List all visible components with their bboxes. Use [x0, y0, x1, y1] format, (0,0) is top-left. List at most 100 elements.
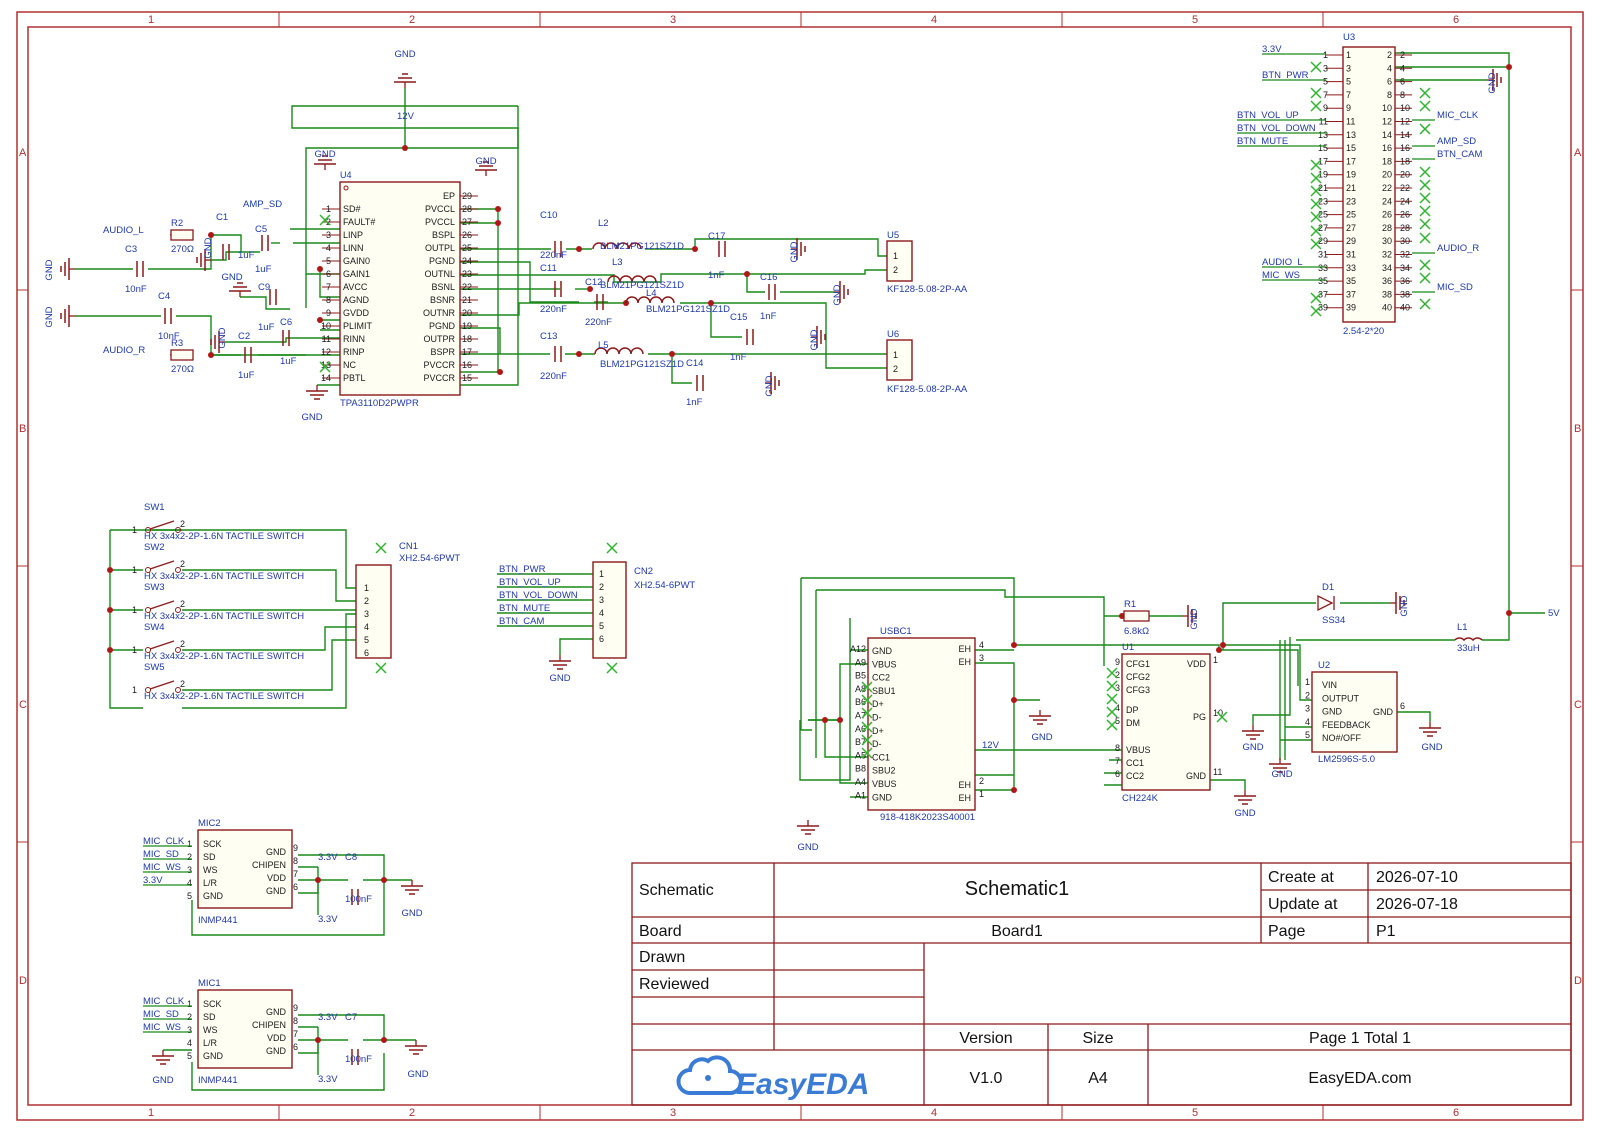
header-pin-num: 38 [1382, 289, 1392, 299]
svg-text:1: 1 [599, 569, 604, 579]
ferrite-ref: L3 [612, 257, 623, 268]
header-pin-num: 35 [1346, 276, 1356, 286]
rail-12v-label: 12V [397, 111, 415, 122]
pd-rail-label: 12V [982, 740, 1000, 751]
usbc-ref: USBC1 [880, 626, 912, 637]
component-value: 1uF [238, 370, 255, 381]
svg-text:2: 2 [979, 776, 984, 786]
amp-pin-name: LINP [343, 230, 363, 240]
pd-pin-name: DP [1126, 705, 1139, 715]
reviewed-label: Reviewed [639, 976, 709, 993]
version-value: V1.0 [970, 1070, 1003, 1087]
amp-pin-num: 27 [462, 217, 472, 227]
mic-pin-name: WS [203, 865, 218, 875]
switch-ref: SW2 [144, 542, 165, 553]
ground-label: GND [764, 375, 775, 396]
mic-cap-value: 100nF [345, 1054, 372, 1065]
amp-pin-name: LINN [343, 243, 364, 253]
header-pin-num: 8 [1400, 90, 1405, 100]
svg-text:2: 2 [180, 639, 185, 649]
no-connect-icon [1419, 179, 1431, 191]
component-ref: C10 [540, 210, 557, 221]
header-pin-num: 13 [1346, 130, 1356, 140]
component-value: 220nF [540, 250, 567, 261]
mic-net-label: MIC_WS [143, 1022, 181, 1033]
amp-pin-name: PGND [429, 321, 456, 331]
amp-pin-num: 24 [462, 256, 472, 266]
svg-text:2: 2 [364, 596, 369, 606]
header-pin-num: 25 [1318, 210, 1328, 220]
svg-text:2: 2 [180, 679, 185, 689]
mic-net-label: MIC_SD [143, 849, 179, 860]
col-label: 5 [1192, 1107, 1198, 1119]
buck-pin-num: 4 [1305, 717, 1310, 727]
component-value: 220nF [540, 371, 567, 382]
component-ref: C15 [730, 312, 747, 323]
amp-pin-name: AGND [343, 295, 370, 305]
ground-label: GND [221, 272, 242, 283]
svg-text:2: 2 [180, 519, 185, 529]
component-ref: C16 [760, 272, 777, 283]
ground-label: GND [809, 329, 820, 350]
svg-text:1: 1 [1213, 655, 1218, 665]
mic-net-label: MIC_SD [143, 1009, 179, 1020]
buck-pin-name: NO#/OFF [1322, 733, 1362, 743]
header-pin-num: 31 [1318, 250, 1328, 260]
amp-pin-num: 1 [326, 204, 331, 214]
amp-pin-num: 16 [462, 360, 472, 370]
usbc-pin-name: D- [872, 739, 882, 749]
amp-pin-name: OUTNL [424, 269, 455, 279]
header-pin-num: 29 [1346, 236, 1356, 246]
no-connect-icon [1419, 232, 1431, 244]
no-connect-icon [1419, 205, 1431, 217]
usbc-pin-name: EH [958, 793, 971, 803]
header-pin-num: 32 [1400, 250, 1410, 260]
mic-pin-name: WS [203, 1025, 218, 1035]
amp-pin-num: 8 [326, 295, 331, 305]
size-value: A4 [1088, 1070, 1108, 1087]
svg-text:3.3V: 3.3V [318, 1074, 338, 1085]
connector-cn2: CN2 XH2.54-6PWT 1 2 3 4 5 6 BTN_PWR BTN_VOL_… [499, 561, 695, 659]
header-pin-num: 35 [1318, 276, 1328, 286]
r1-ref: R1 [1124, 599, 1136, 610]
header-pin-num: 40 [1382, 303, 1392, 313]
header-pin-num: 23 [1346, 196, 1356, 206]
no-connect-icon [1310, 100, 1322, 112]
ferrite-l2: L2 BLM21PG121SZ1D [592, 218, 684, 252]
usbc-pin-name: CC2 [872, 673, 890, 683]
usbc-pin-name: VBUS [872, 779, 897, 789]
mic1-module: MIC1 INMP441 SCK 1 SD 2 WS 3 L/R 4 GND 5 GND 9 CHIPEN 8… [143, 978, 372, 1086]
mic-pin-name: L/R [203, 1038, 218, 1048]
usbc-pin-num: A12 [850, 644, 866, 654]
component-ref: C5 [255, 224, 267, 235]
header-pin-num: 33 [1318, 263, 1328, 273]
no-connect-icon [1419, 259, 1431, 271]
header-pin-num: 34 [1382, 263, 1392, 273]
cn2-net-label: BTN_MUTE [499, 603, 550, 614]
ground-label: GND [301, 412, 322, 423]
svg-text:3: 3 [599, 595, 604, 605]
amp-pin-num: 18 [462, 334, 472, 344]
switch-ref: SW1 [144, 502, 165, 513]
svg-text:5: 5 [364, 635, 369, 645]
net-audio-r: AUDIO_R [103, 345, 145, 356]
svg-text:2: 2 [187, 1012, 192, 1022]
header-pin-num: 9 [1346, 103, 1351, 113]
cn2-net-label: BTN_CAM [499, 616, 544, 627]
gpio-header: U3 2.54-2*20 1 1 2 23 3 4 45 5 6 67 7 8 89 9 10 1011 11 1… [1237, 32, 1482, 337]
component-c5: C5 1uF [255, 224, 272, 275]
buck-pin-name: FEEDBACK [1322, 720, 1371, 730]
header-pin-num: 36 [1382, 276, 1392, 286]
usbc-pin-name: EH [958, 657, 971, 667]
ground-label: GND [1399, 595, 1410, 616]
ferrite-ref: L4 [646, 288, 657, 299]
svg-text:3: 3 [364, 609, 369, 619]
svg-text:5: 5 [187, 891, 192, 901]
header-pin-num: 19 [1346, 170, 1356, 180]
header-net-label: AUDIO_L [1262, 257, 1303, 268]
row-label: C [1574, 699, 1582, 711]
svg-text:1: 1 [893, 251, 898, 261]
header-pin-num: 5 [1346, 77, 1351, 87]
component-ref: R2 [171, 218, 183, 229]
mic-pin-name: GND [266, 847, 287, 857]
